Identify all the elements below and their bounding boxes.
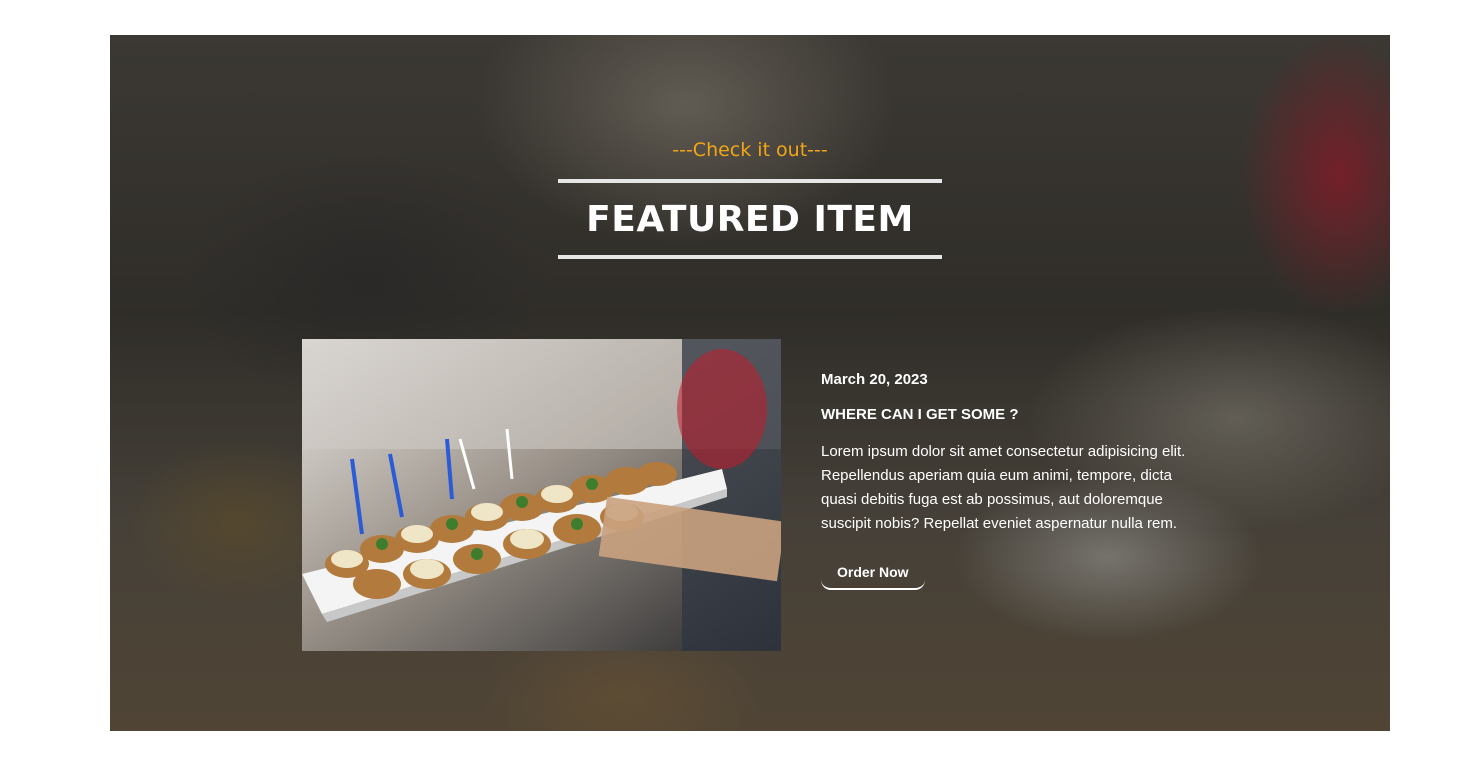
section-title: FEATURED ITEM [586, 198, 914, 240]
section-subtitle: ---Check it out--- [672, 139, 828, 161]
section-title-frame: FEATURED ITEM [558, 179, 942, 259]
featured-section: ---Check it out--- FEATURED ITEM March 2… [110, 35, 1390, 731]
item-date: March 20, 2023 [821, 371, 928, 388]
item-description: Lorem ipsum dolor sit amet consectetur a… [821, 443, 1186, 532]
canape-tray-illustration [302, 339, 781, 651]
order-now-button[interactable]: Order Now [821, 558, 925, 590]
item-heading: WHERE CAN I GET SOME ? [821, 406, 1019, 423]
featured-item-image [302, 339, 781, 651]
featured-item-details: March 20, 2023 WHERE CAN I GET SOME ? Lo… [821, 371, 1191, 590]
